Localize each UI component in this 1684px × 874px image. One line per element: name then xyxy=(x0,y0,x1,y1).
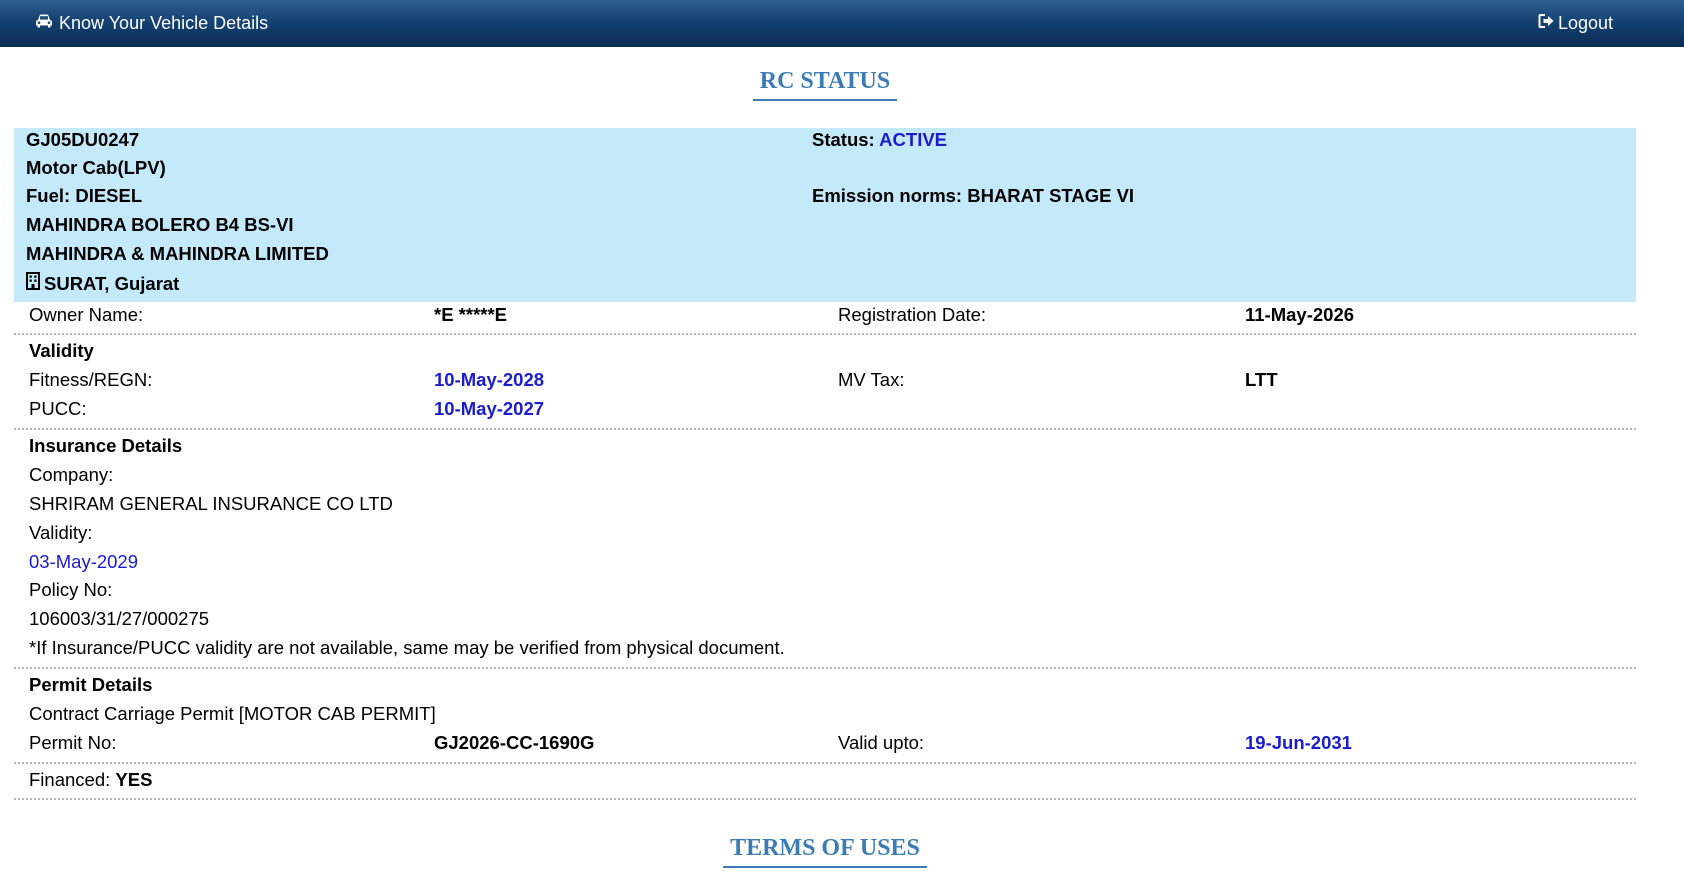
building-icon xyxy=(26,272,40,295)
vehicle-maker: MAHINDRA & MAHINDRA LIMITED xyxy=(26,243,329,264)
vehicle-summary-box: GJ05DU0247 Motor Cab(LPV) Fuel: DIESEL M… xyxy=(14,128,1636,302)
terms-title: TERMS OF USES xyxy=(723,835,927,868)
financed-line: Financed: YES xyxy=(29,769,152,791)
divider xyxy=(14,333,1636,335)
divider xyxy=(14,798,1636,800)
divider xyxy=(14,667,1636,669)
insurance-company-label: Company: xyxy=(29,464,114,485)
registration-number: GJ05DU0247 xyxy=(26,129,140,150)
fitness-value: 10-May-2028 xyxy=(434,369,545,390)
fitness-label: Fitness/REGN: xyxy=(29,369,153,390)
terms-heading[interactable]: TERMS OF USES xyxy=(0,835,1650,868)
owner-name-value: *E *****E xyxy=(434,304,508,325)
pucc-value: 10-May-2027 xyxy=(434,398,545,419)
policy-number-value: 106003/31/27/000275 xyxy=(29,608,210,629)
insurance-heading: Insurance Details xyxy=(29,435,183,456)
permit-heading: Permit Details xyxy=(29,674,153,695)
vehicle-class: Motor Cab(LPV) xyxy=(26,157,166,178)
insurance-validity-value: 03-May-2029 xyxy=(29,551,139,572)
sign-out-icon xyxy=(1538,13,1555,34)
rc-status-heading: RC STATUS xyxy=(0,68,1650,101)
registration-date-value: 11-May-2026 xyxy=(1245,304,1355,325)
permit-number-value: GJ2026-CC-1690G xyxy=(434,732,595,753)
status-label: Status: xyxy=(812,129,875,150)
vehicle-model: MAHINDRA BOLERO B4 BS-VI xyxy=(26,214,294,235)
divider xyxy=(14,762,1636,764)
logout-label: Logout xyxy=(1558,12,1614,33)
permit-valid-value: 19-Jun-2031 xyxy=(1245,732,1352,753)
rto-location-text: SURAT, Gujarat xyxy=(44,272,180,294)
pucc-label: PUCC: xyxy=(29,398,87,419)
permit-type: Contract Carriage Permit [MOTOR CAB PERM… xyxy=(29,703,436,724)
navbar-title: Know Your Vehicle Details xyxy=(59,12,269,33)
divider xyxy=(14,428,1636,430)
permit-number-label: Permit No: xyxy=(29,732,117,753)
status-badge: ACTIVE xyxy=(879,129,948,150)
top-navbar: Know Your Vehicle Details Logout xyxy=(0,0,1684,47)
owner-name-label: Owner Name: xyxy=(29,304,144,325)
status-line: Status: ACTIVE xyxy=(812,129,947,151)
emission-norms: Emission norms: BHARAT STAGE VI xyxy=(812,185,1135,206)
rto-location: SURAT, Gujarat xyxy=(26,272,179,295)
validity-heading: Validity xyxy=(29,340,94,361)
permit-valid-label: Valid upto: xyxy=(838,732,925,753)
car-icon xyxy=(35,13,53,34)
insurance-company-value: SHRIRAM GENERAL INSURANCE CO LTD xyxy=(29,493,393,514)
mv-tax-value: LTT xyxy=(1245,369,1278,390)
financed-label: Financed: xyxy=(29,769,111,790)
fuel-type: Fuel: DIESEL xyxy=(26,185,143,206)
mv-tax-label: MV Tax: xyxy=(838,369,905,390)
registration-date-label: Registration Date: xyxy=(838,304,987,325)
navbar-brand[interactable]: Know Your Vehicle Details xyxy=(35,12,268,34)
policy-number-label: Policy No: xyxy=(29,579,113,600)
financed-value: YES xyxy=(115,769,153,790)
logout-button[interactable]: Logout xyxy=(1538,12,1613,34)
insurance-validity-label: Validity: xyxy=(29,522,93,543)
rc-status-title: RC STATUS xyxy=(752,68,898,101)
insurance-note: *If Insurance/PUCC validity are not avai… xyxy=(29,637,785,658)
